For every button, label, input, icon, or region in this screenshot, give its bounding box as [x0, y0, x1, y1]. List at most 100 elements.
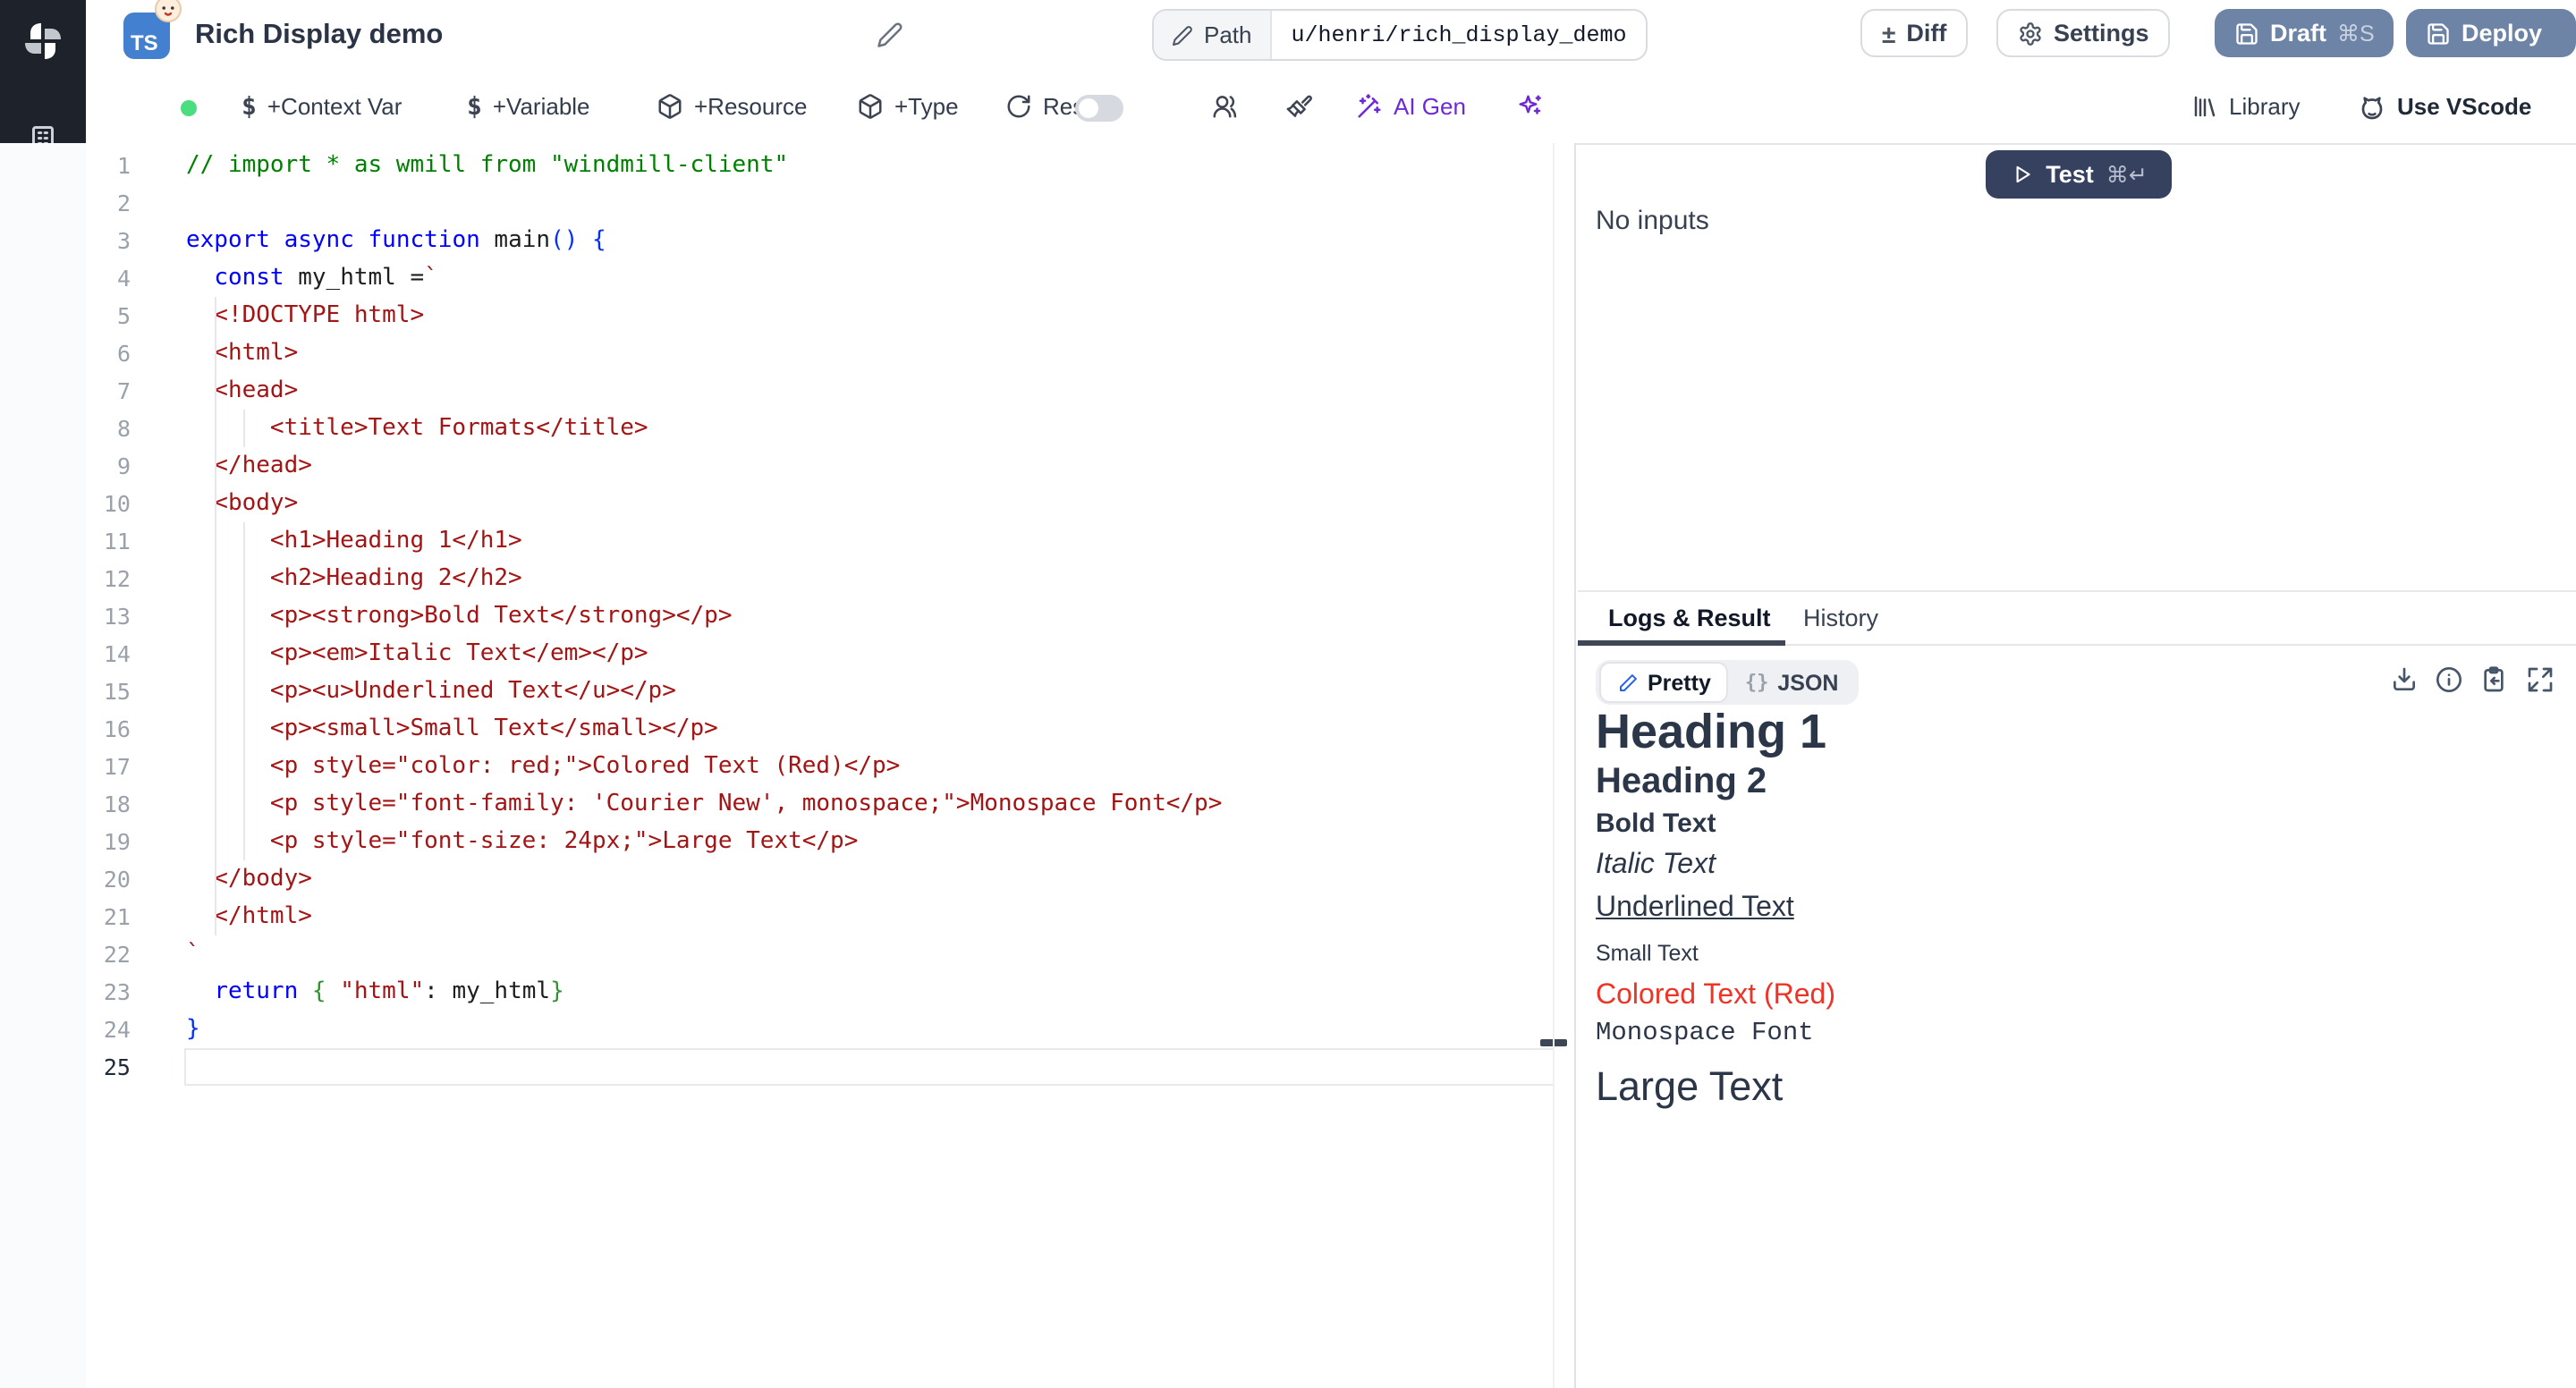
pretty-label: Pretty — [1648, 670, 1711, 695]
draft-button[interactable]: Draft ⌘S — [2215, 9, 2394, 57]
code-editor[interactable]: 1// import * as wmill from "windmill-cli… — [86, 143, 1574, 1388]
editor-toolbar: $ +Context Var $ +Variable +Resource +Ty… — [86, 72, 2576, 145]
code-line[interactable]: 11 <h1>Heading 1</h1> — [86, 522, 1574, 560]
tab-history[interactable]: History — [1803, 605, 1878, 631]
code-text: const my_html =` — [186, 259, 438, 297]
line-number: 17 — [86, 748, 131, 785]
play-icon — [2010, 163, 2033, 186]
code-line[interactable]: 16 <p><small>Small Text</small></p> — [86, 710, 1574, 748]
code-line[interactable]: 5 <!DOCTYPE html> — [86, 297, 1574, 334]
line-number: 10 — [86, 485, 131, 522]
windmill-logo[interactable] — [0, 11, 86, 72]
deploy-label: Deploy — [2462, 20, 2542, 47]
wand-icon — [1356, 93, 1383, 120]
code-line[interactable]: 7 <head> — [86, 372, 1574, 410]
code-text: <p><strong>Bold Text</strong></p> — [186, 597, 733, 635]
status-dot — [181, 100, 197, 116]
line-number: 19 — [86, 823, 131, 860]
paintbrush-icon — [1286, 93, 1313, 120]
pretty-view-button[interactable]: Pretty — [1599, 662, 1729, 703]
code-line[interactable]: 1// import * as wmill from "windmill-cli… — [86, 147, 1574, 184]
code-text: </body> — [186, 860, 312, 898]
right-panel-divider — [1578, 590, 2576, 592]
code-line[interactable]: 10 <body> — [86, 485, 1574, 522]
download-icon — [2390, 665, 2419, 694]
diff-button[interactable]: ± Diff — [1860, 9, 1968, 57]
pencil-icon — [1172, 24, 1193, 46]
edit-title-button[interactable] — [877, 21, 903, 48]
add-type-label: +Type — [894, 93, 959, 120]
code-line[interactable]: 13 <p><strong>Bold Text</strong></p> — [86, 597, 1574, 635]
code-line[interactable]: 8 <title>Text Formats</title> — [86, 410, 1574, 447]
line-number: 4 — [86, 259, 131, 297]
code-text: <p style="font-size: 24px;">Large Text</… — [186, 823, 858, 860]
copy-result-button[interactable] — [2479, 665, 2508, 694]
add-type-button[interactable]: +Type — [857, 72, 959, 141]
code-text: export async function main() { — [186, 222, 606, 259]
test-shortcut: ⌘↵ — [2106, 161, 2148, 188]
diff-mode-toggle[interactable] — [1075, 95, 1123, 122]
code-line[interactable]: 24} — [86, 1011, 1574, 1048]
format-button[interactable] — [1286, 72, 1313, 141]
code-text: </html> — [186, 898, 312, 935]
expand-result-button[interactable] — [2526, 665, 2555, 694]
result-small-text: Small Text — [1596, 939, 2562, 968]
add-context-var-button[interactable]: $ +Context Var — [242, 72, 402, 141]
ai-gen-button[interactable]: AI Gen — [1356, 72, 1466, 141]
code-line[interactable]: 6 <html> — [86, 334, 1574, 372]
path-label-segment[interactable]: Path — [1154, 11, 1272, 59]
code-line[interactable]: 2 — [86, 184, 1574, 222]
deploy-button[interactable]: Deploy — [2406, 9, 2576, 57]
editor-scrollbar-edge[interactable] — [1553, 143, 1555, 1388]
library-button[interactable]: Library — [2191, 72, 2301, 141]
add-variable-button[interactable]: $ +Variable — [467, 72, 590, 141]
editor-gutter — [0, 143, 95, 1388]
code-line[interactable]: 22` — [86, 935, 1574, 973]
line-number: 11 — [86, 522, 131, 560]
code-text: <p><u>Underlined Text</u></p> — [186, 673, 676, 710]
code-text: <p style="color: red;">Colored Text (Red… — [186, 748, 900, 785]
line-number: 24 — [86, 1011, 131, 1048]
use-vscode-button[interactable]: Use VScode — [2358, 72, 2531, 141]
ai-gen-label: AI Gen — [1394, 93, 1466, 120]
path-field[interactable]: Path u/henri/rich_display_demo — [1152, 9, 1648, 61]
pen-icon — [1617, 672, 1639, 693]
code-line[interactable]: 23 return { "html": my_html} — [86, 973, 1574, 1011]
result-colored-text: Colored Text (Red) — [1596, 978, 2562, 1012]
line-number: 18 — [86, 785, 131, 823]
test-button[interactable]: Test ⌘↵ — [1986, 150, 2172, 199]
line-number: 16 — [86, 710, 131, 748]
code-text: ` — [186, 935, 200, 973]
code-line[interactable]: 17 <p style="color: red;">Colored Text (… — [86, 748, 1574, 785]
code-line[interactable]: 14 <p><em>Italic Text</em></p> — [86, 635, 1574, 673]
settings-button[interactable]: Settings — [1996, 9, 2171, 57]
result-monospace-text: Monospace Font — [1596, 1020, 2562, 1050]
code-line[interactable]: 3export async function main() { — [86, 222, 1574, 259]
add-resource-button[interactable]: +Resource — [657, 72, 807, 141]
code-line[interactable]: 9 </head> — [86, 447, 1574, 485]
multiplayer-button[interactable] — [1211, 72, 1238, 141]
tab-logs-result[interactable]: Logs & Result — [1608, 605, 1771, 631]
json-view-button[interactable]: {} JSON — [1729, 664, 1855, 701]
line-number: 15 — [86, 673, 131, 710]
line-number: 1 — [86, 147, 131, 184]
code-line[interactable]: 19 <p style="font-size: 24px;">Large Tex… — [86, 823, 1574, 860]
package-icon — [657, 93, 683, 120]
code-line[interactable]: 21 </html> — [86, 898, 1574, 935]
draft-shortcut: ⌘S — [2337, 20, 2375, 47]
code-line[interactable]: 12 <h2>Heading 2</h2> — [86, 560, 1574, 597]
download-result-button[interactable] — [2390, 665, 2419, 694]
code-line[interactable]: 18 <p style="font-family: 'Courier New',… — [86, 785, 1574, 823]
code-line[interactable]: 4 const my_html =` — [86, 259, 1574, 297]
code-text: <body> — [186, 485, 298, 522]
library-label: Library — [2229, 93, 2301, 120]
pencil-icon — [877, 21, 903, 48]
ai-assistant-button[interactable] — [1517, 72, 1544, 141]
code-line[interactable]: 20 </body> — [86, 860, 1574, 898]
result-info-button[interactable] — [2435, 665, 2463, 694]
code-line[interactable]: 15 <p><u>Underlined Text</u></p> — [86, 673, 1574, 710]
code-text: } — [186, 1011, 200, 1048]
panel-resize-divider[interactable] — [1574, 143, 1576, 1388]
path-value[interactable]: u/henri/rich_display_demo — [1272, 11, 1647, 59]
code-text: <html> — [186, 334, 298, 372]
